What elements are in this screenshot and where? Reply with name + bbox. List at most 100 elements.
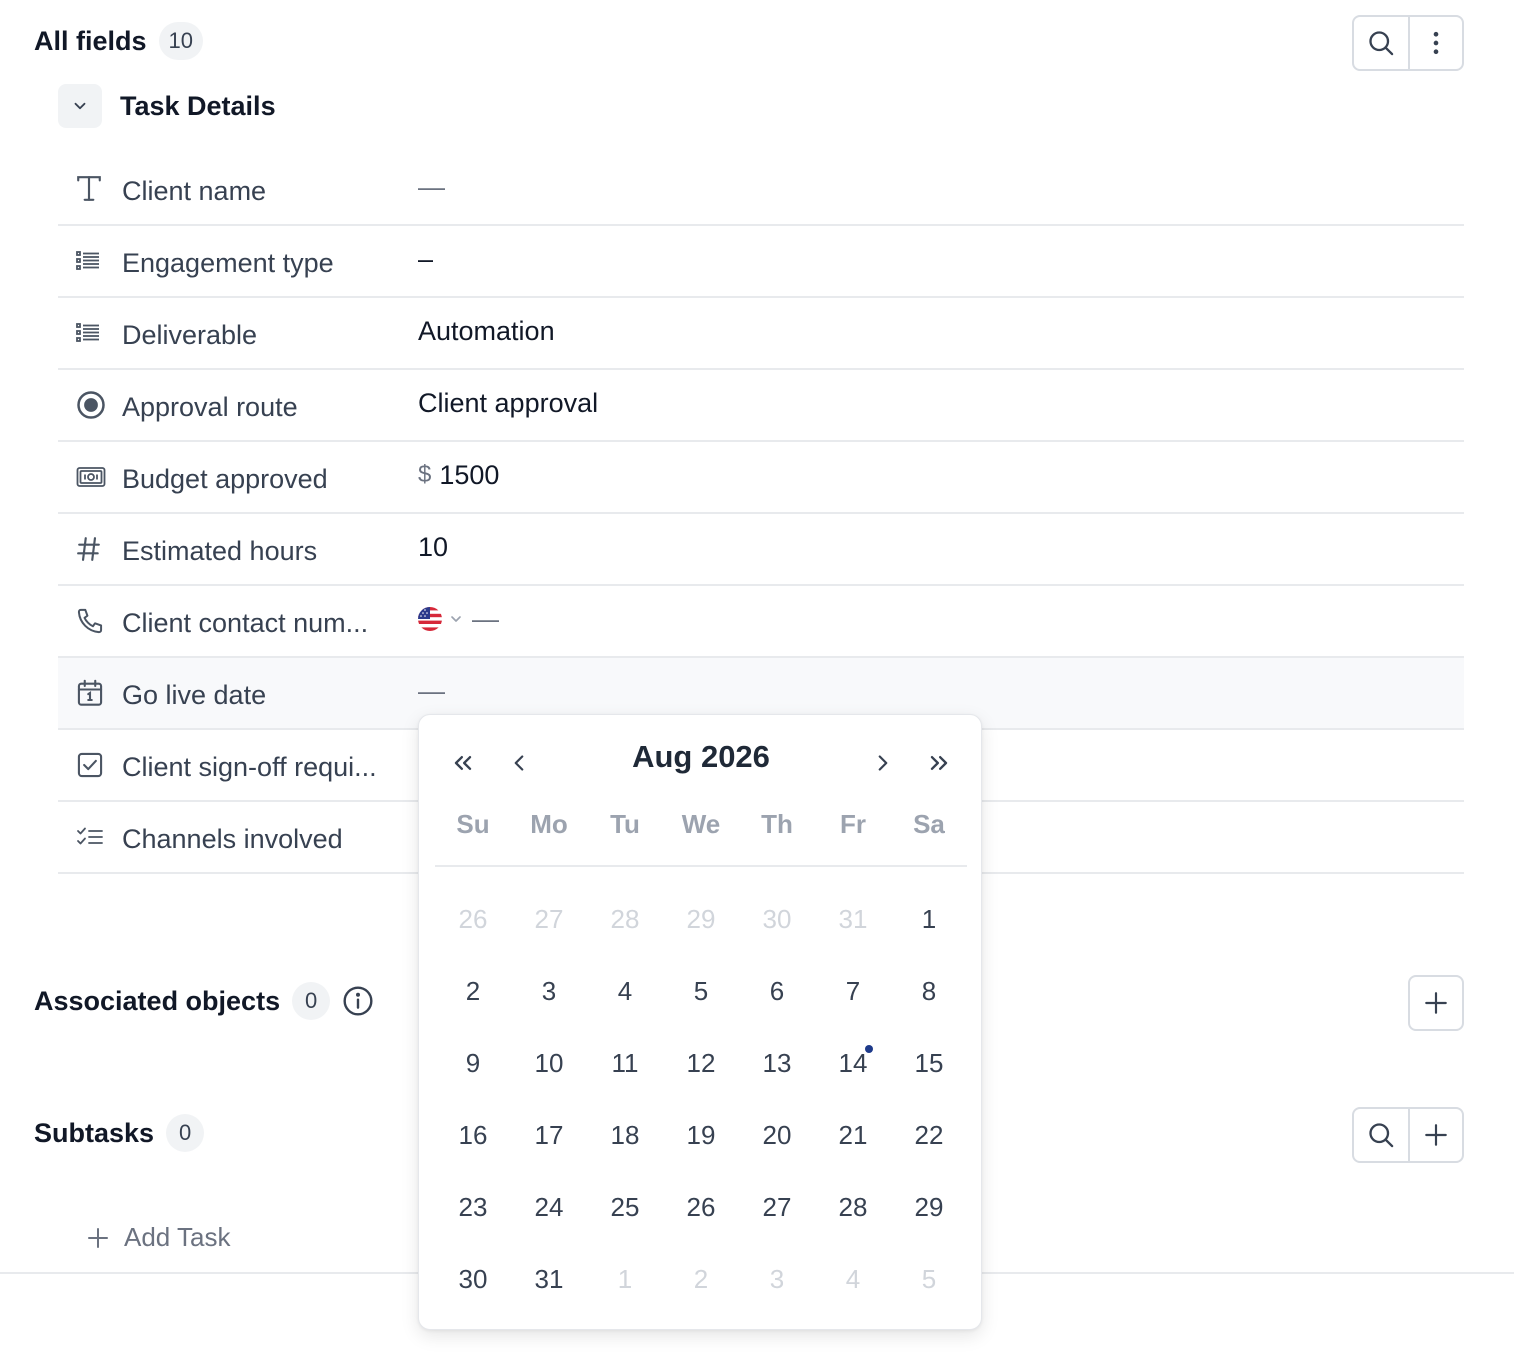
calendar-day[interactable]: 5 (663, 955, 739, 1027)
list-icon (76, 323, 99, 342)
text-icon (77, 176, 101, 201)
more-options-button[interactable] (1408, 17, 1462, 69)
list-icon (76, 251, 99, 270)
calendar-day-outside[interactable]: 1 (587, 1243, 663, 1315)
collapse-group-button[interactable] (58, 84, 102, 128)
chevron-down-icon (451, 616, 461, 622)
calendar-divider (435, 865, 967, 867)
calendar-day[interactable]: 29 (891, 1171, 967, 1243)
calendar-day[interactable]: 18 (587, 1099, 663, 1171)
calendar-day[interactable]: 7 (815, 955, 891, 1027)
calendar-day[interactable]: 23 (435, 1171, 511, 1243)
calendar-day[interactable]: 4 (587, 955, 663, 1027)
calendar-day[interactable]: 13 (739, 1027, 815, 1099)
add-associated-object-button[interactable] (1408, 975, 1464, 1031)
weekday-label: Su (456, 809, 490, 839)
us-flag-icon (418, 607, 442, 631)
field-row-budget-approved[interactable]: Budget approved $ 1500 (58, 442, 1464, 514)
chevron-right-icon (878, 755, 888, 771)
field-value[interactable]: Automation (418, 316, 555, 347)
more-vertical-icon (1433, 31, 1439, 55)
field-label: Go live date (122, 679, 267, 710)
calendar-day[interactable]: 2 (435, 955, 511, 1027)
calendar-day[interactable]: 12 (663, 1027, 739, 1099)
field-value[interactable]: 10 (418, 532, 448, 563)
add-task-label: Add Task (124, 1222, 231, 1252)
field-row-client-contact-number[interactable]: Client contact num... — (58, 586, 1464, 658)
calendar-day[interactable]: 27 (739, 1171, 815, 1243)
calendar-day-outside[interactable]: 28 (587, 883, 663, 955)
field-label: Approval route (122, 391, 298, 422)
checklist-icon (77, 827, 103, 845)
calendar-day[interactable]: 6 (739, 955, 815, 1027)
calendar-day-outside[interactable]: 5 (891, 1243, 967, 1315)
associated-objects-header: Associated objects 0 (34, 982, 374, 1020)
field-label: Engagement type (122, 247, 334, 278)
calendar-day[interactable]: 8 (891, 955, 967, 1027)
calendar-day-outside[interactable]: 31 (815, 883, 891, 955)
task-details-group-header: Task Details (58, 84, 276, 128)
calendar-day-outside[interactable]: 27 (511, 883, 587, 955)
calendar-day-outside[interactable]: 26 (435, 883, 511, 955)
calendar-day-outside[interactable]: 2 (663, 1243, 739, 1315)
field-row-deliverable[interactable]: Deliverable Automation (58, 298, 1464, 370)
hash-icon (77, 537, 100, 561)
field-value[interactable]: — (418, 676, 445, 707)
subtasks-header: Subtasks 0 (34, 1114, 205, 1152)
field-value[interactable]: Client approval (418, 388, 598, 419)
country-selector[interactable] (418, 607, 464, 631)
all-fields-title: All fields (34, 25, 147, 56)
all-fields-actions (1352, 15, 1464, 71)
weekday-label: We (681, 809, 721, 839)
phone-value: — (472, 603, 499, 634)
next-month-button[interactable] (861, 741, 905, 785)
calendar-day[interactable]: 11 (587, 1027, 663, 1099)
calendar-day-outside[interactable]: 3 (739, 1243, 815, 1315)
calendar-day[interactable]: 20 (739, 1099, 815, 1171)
calendar-day[interactable]: 26 (663, 1171, 739, 1243)
field-label: Channels involved (122, 823, 343, 854)
field-row-estimated-hours[interactable]: Estimated hours 10 (58, 514, 1464, 586)
calendar-day[interactable]: 19 (663, 1099, 739, 1171)
field-label: Client name (122, 175, 267, 206)
calendar-day[interactable]: 25 (587, 1171, 663, 1243)
calendar-day[interactable]: 30 (435, 1243, 511, 1315)
field-value[interactable]: — (418, 172, 445, 203)
plus-icon (88, 1227, 108, 1248)
search-fields-button[interactable] (1354, 17, 1408, 69)
calendar-day[interactable]: 22 (891, 1099, 967, 1171)
weekday-label: Tu (610, 809, 640, 839)
calendar-day[interactable]: 3 (511, 955, 587, 1027)
calendar-day-outside[interactable]: 29 (663, 883, 739, 955)
field-value[interactable]: $ 1500 (418, 460, 499, 491)
field-label: Client sign-off requi... (122, 751, 377, 782)
calendar-day[interactable]: 10 (511, 1027, 587, 1099)
field-value[interactable]: — (418, 604, 499, 635)
calendar-day[interactable]: 1 (891, 883, 967, 955)
weekday-label: Sa (913, 809, 945, 839)
group-title: Task Details (120, 90, 276, 121)
field-row-engagement-type[interactable]: Engagement type – (58, 226, 1464, 298)
info-icon[interactable] (342, 985, 374, 1017)
next-year-button[interactable] (917, 741, 961, 785)
calendar-day[interactable]: 17 (511, 1099, 587, 1171)
associated-objects-count: 0 (292, 982, 331, 1020)
budget-amount: 1500 (439, 459, 500, 490)
calendar-day[interactable]: 31 (511, 1243, 587, 1315)
calendar-day[interactable]: 15 (891, 1027, 967, 1099)
add-subtask-button[interactable] (1408, 1109, 1462, 1161)
calendar-day[interactable]: 28 (815, 1171, 891, 1243)
field-row-client-name[interactable]: Client name — (58, 154, 1464, 226)
search-subtasks-button[interactable] (1354, 1109, 1408, 1161)
add-task-button[interactable]: Add Task (86, 1222, 230, 1253)
date-picker-popover: Aug 2026 Su Mo Tu We Th Fr Sa 26 27 28 29 30 31 1 2 3 4… (418, 714, 982, 1330)
calendar-day-outside[interactable]: 4 (815, 1243, 891, 1315)
calendar-day[interactable]: 16 (435, 1099, 511, 1171)
calendar-day[interactable]: 21 (815, 1099, 891, 1171)
field-row-approval-route[interactable]: Approval route Client approval (58, 370, 1464, 442)
calendar-day-today[interactable]: 14 (815, 1027, 891, 1099)
field-value[interactable]: – (418, 244, 433, 275)
calendar-day[interactable]: 9 (435, 1027, 511, 1099)
calendar-day-outside[interactable]: 30 (739, 883, 815, 955)
calendar-day[interactable]: 24 (511, 1171, 587, 1243)
